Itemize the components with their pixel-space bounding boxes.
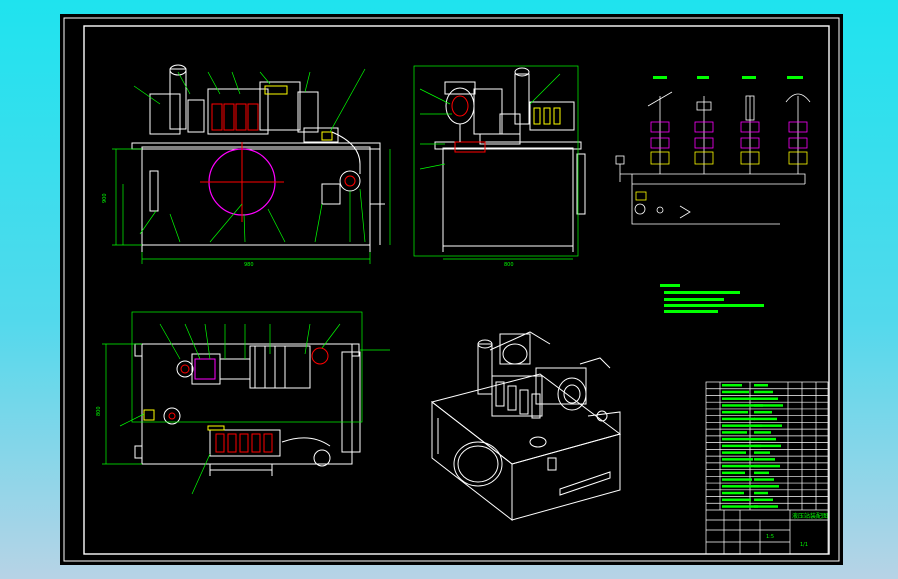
isometric-view: [430, 331, 622, 522]
parts-row-text: [754, 384, 768, 387]
parts-row-text: [754, 464, 780, 468]
valve-column-3: [740, 95, 760, 174]
technical-notes: [660, 284, 764, 313]
schematic-title-1: [653, 76, 667, 79]
front-view-dimensions: [112, 68, 391, 264]
parts-row-text: [722, 478, 752, 481]
parts-row-text: [722, 384, 742, 387]
parts-row-text: [722, 498, 751, 502]
valve-column-1: [647, 91, 673, 174]
valve-column-4: [785, 93, 811, 174]
parts-row-text: [722, 458, 753, 461]
parts-row-text: [722, 437, 754, 441]
hydraulic-schematic: [615, 91, 811, 225]
drawing-scale: 1:5: [766, 534, 774, 540]
side-view-labels: 800: [504, 262, 514, 268]
plan-view-labels: 800: [96, 406, 102, 416]
parts-row-text: [754, 485, 779, 488]
parts-row-text: [754, 498, 773, 502]
parts-row-text: [754, 451, 770, 454]
schematic-title-2: [697, 76, 709, 79]
parts-row-text: [754, 431, 771, 434]
parts-list-table: [706, 382, 828, 510]
parts-row-text: [754, 458, 775, 461]
parts-row-text: [754, 410, 772, 414]
sheet-number: 1/1: [800, 542, 808, 548]
schematic-title-4: [787, 76, 803, 79]
parts-row-text: [754, 437, 776, 441]
title-block: [705, 381, 829, 555]
cad-canvas: 980 900 800 800 液压站装配图 1:5 1/1: [63, 17, 840, 562]
front-height-dim: 900: [102, 193, 108, 203]
plan-view-dimensions: [102, 311, 390, 495]
valve-column-2: [694, 96, 714, 174]
parts-row-text: [722, 397, 756, 400]
parts-row-text: [722, 485, 759, 488]
parts-row-text: [754, 444, 781, 448]
side-view-dimensions: [413, 65, 579, 260]
parts-row-text: [754, 478, 774, 481]
parts-row-text: [722, 505, 758, 508]
plan-depth-dim: 800: [96, 406, 102, 416]
parts-row-text: [754, 390, 773, 394]
front-width-dim: 980: [244, 262, 254, 268]
side-width-dim: 800: [504, 262, 514, 268]
parts-row-text: [754, 471, 769, 475]
parts-row-text: [754, 505, 778, 508]
front-elevation-view: [131, 64, 385, 252]
parts-row-text: [722, 431, 747, 434]
parts-row-text: [754, 417, 777, 421]
parts-row-text: [754, 397, 778, 400]
parts-row-text: [722, 410, 748, 414]
parts-row-text: [722, 390, 749, 394]
parts-row-text: [722, 471, 745, 475]
schematic-labels: [653, 76, 803, 79]
parts-row-text: [722, 451, 746, 454]
parts-row-text: [722, 417, 755, 421]
parts-row-text: [754, 424, 782, 427]
parts-row-text: [722, 491, 744, 495]
front-view-labels: 980 900: [102, 193, 254, 268]
parts-row-text: [754, 404, 783, 407]
drawing-sheet: 980 900 800 800 液压站装配图 1:5 1/1: [60, 14, 843, 565]
side-elevation-view: [434, 67, 586, 252]
drawing-title: 液压站装配图: [792, 512, 828, 520]
parts-row-text: [754, 491, 768, 495]
plan-view: [134, 343, 361, 476]
schematic-title-3: [742, 76, 756, 79]
